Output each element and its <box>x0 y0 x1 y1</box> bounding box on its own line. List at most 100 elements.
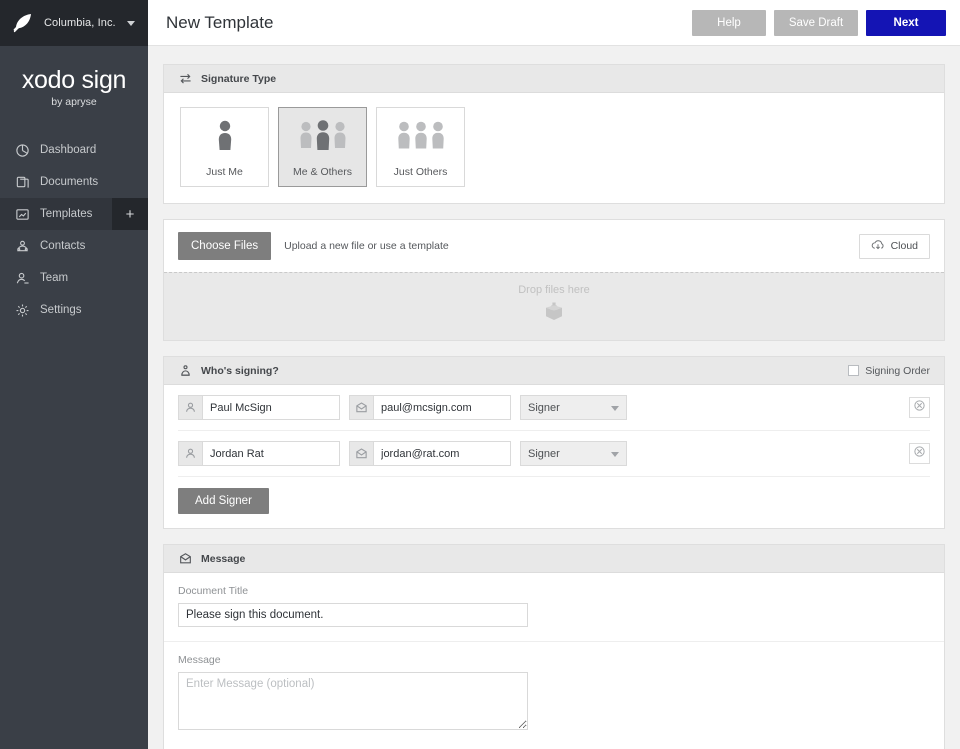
sidebar-item-label: Contacts <box>40 240 86 252</box>
sidebar: Columbia, Inc. xodo sign by apryse Dashb… <box>0 0 148 749</box>
box-download-icon <box>541 298 567 329</box>
chevron-down-icon <box>126 20 135 26</box>
message-header: Message <box>164 545 944 573</box>
sidebar-item-contacts[interactable]: Contacts <box>0 230 148 262</box>
document-title-input[interactable] <box>178 603 528 627</box>
sidebar-item-label: Team <box>40 272 69 284</box>
signing-order-label: Signing Order <box>865 364 930 377</box>
signer-row: Signer <box>178 385 930 431</box>
envelope-icon <box>349 395 373 420</box>
message-card: Message Document Title Message <box>163 544 945 749</box>
remove-circle-icon <box>913 399 926 417</box>
topbar: New Template Help Save Draft Next <box>148 0 960 46</box>
person-icon <box>178 441 202 466</box>
dropzone[interactable]: Drop files here <box>164 272 944 340</box>
main-area: New Template Help Save Draft Next Signat… <box>148 0 960 749</box>
signature-type-me-and-others[interactable]: Me & Others <box>278 107 367 187</box>
pie-chart-icon <box>14 142 30 158</box>
brand-subtitle: by apryse <box>51 96 97 108</box>
brand-title: xodo sign <box>21 66 127 94</box>
signers-header: Who's signing? Signing Order <box>164 357 944 385</box>
sidebar-item-label: Documents <box>40 176 99 188</box>
org-switcher[interactable]: Columbia, Inc. <box>0 0 148 46</box>
documents-icon <box>14 174 30 190</box>
choose-files-button[interactable]: Choose Files <box>178 232 272 260</box>
cloud-button[interactable]: Cloud <box>858 233 930 259</box>
signer-email-field[interactable] <box>349 395 511 420</box>
next-button[interactable]: Next <box>866 9 946 36</box>
signer-role-select[interactable]: Signer <box>520 395 627 420</box>
contacts-icon <box>14 238 30 254</box>
help-button[interactable]: Help <box>692 9 766 36</box>
signature-type-label: Just Others <box>393 166 448 178</box>
team-icon <box>14 270 30 286</box>
document-title-label: Document Title <box>178 585 249 597</box>
new-template-button[interactable]: + <box>112 198 148 230</box>
signature-type-just-others[interactable]: Just Others <box>376 107 465 187</box>
signer-person-icon <box>178 364 192 378</box>
chevron-down-icon <box>611 451 619 457</box>
signers-list: Signer <box>164 385 944 528</box>
sidebar-item-documents[interactable]: Documents <box>0 166 148 198</box>
signature-type-card: Signature Type Just Me Me & Others Just … <box>163 64 945 204</box>
page-title: New Template <box>166 12 274 32</box>
person-icon <box>178 395 202 420</box>
card-title: Message <box>201 552 246 565</box>
signers-card: Who's signing? Signing Order Paul McSign… <box>163 356 945 529</box>
upload-card: Choose Files Upload a new file or use a … <box>163 219 945 341</box>
remove-signer-button[interactable] <box>909 397 930 418</box>
signing-order-checkbox[interactable] <box>848 365 860 376</box>
upload-hint: Upload a new file or use a template <box>284 240 449 252</box>
signer-row: Signer <box>178 431 930 477</box>
signature-type-just-me[interactable]: Just Me <box>180 107 269 187</box>
feather-logo-icon <box>10 10 36 36</box>
signer-name-field[interactable] <box>178 395 340 420</box>
signer-name-input[interactable] <box>202 395 340 420</box>
dropzone-text: Drop files here <box>518 284 590 296</box>
signer-email-field[interactable] <box>349 441 511 466</box>
signature-type-options: Just Me Me & Others Just Others <box>164 93 944 203</box>
content-scroll: Signature Type Just Me Me & Others Just … <box>148 46 960 749</box>
save-draft-button[interactable]: Save Draft <box>774 9 858 36</box>
envelope-icon <box>349 441 373 466</box>
upload-header: Choose Files Upload a new file or use a … <box>164 220 944 272</box>
cloud-download-icon <box>871 239 885 254</box>
sidebar-item-settings[interactable]: Settings <box>0 294 148 326</box>
signature-type-header: Signature Type <box>164 65 944 93</box>
app-root: Columbia, Inc. xodo sign by apryse Dashb… <box>0 0 960 749</box>
add-signer-row: Add Signer <box>178 477 930 528</box>
sidebar-item-templates[interactable]: Templates + <box>0 198 148 230</box>
add-signer-button[interactable]: Add Signer <box>178 488 269 514</box>
three-people-highlight-middle-icon <box>297 108 349 166</box>
signer-email-input[interactable] <box>373 441 511 466</box>
signer-role-select[interactable]: Signer <box>520 441 627 466</box>
remove-signer-button[interactable] <box>909 443 930 464</box>
sidebar-item-dashboard[interactable]: Dashboard <box>0 134 148 166</box>
message-block: Message <box>164 641 944 749</box>
single-person-icon <box>214 108 236 166</box>
chevron-down-icon <box>611 405 619 411</box>
org-name: Columbia, Inc. <box>44 17 116 29</box>
template-icon <box>14 206 30 222</box>
remove-circle-icon <box>913 445 926 463</box>
sidebar-item-label: Templates <box>40 208 93 220</box>
swap-arrows-icon <box>178 72 192 86</box>
card-title: Who's signing? <box>201 364 279 377</box>
gear-icon <box>14 302 30 318</box>
signer-email-input[interactable] <box>373 395 511 420</box>
sidebar-item-team[interactable]: Team <box>0 262 148 294</box>
card-title: Signature Type <box>201 72 277 85</box>
sidebar-nav: Dashboard Documents Templates + Contacts… <box>0 134 148 326</box>
cloud-button-label: Cloud <box>890 240 918 252</box>
signature-type-label: Just Me <box>206 166 243 178</box>
signing-order-control: Signing Order <box>848 365 930 377</box>
signer-name-input[interactable] <box>202 441 340 466</box>
envelope-icon <box>178 552 192 566</box>
sidebar-item-label: Dashboard <box>40 144 97 156</box>
document-title-block: Document Title <box>164 573 944 641</box>
signature-type-label: Me & Others <box>293 166 352 178</box>
brand: xodo sign by apryse <box>0 46 148 134</box>
sidebar-item-label: Settings <box>40 304 82 316</box>
message-textarea[interactable] <box>178 672 528 730</box>
signer-name-field[interactable] <box>178 441 340 466</box>
